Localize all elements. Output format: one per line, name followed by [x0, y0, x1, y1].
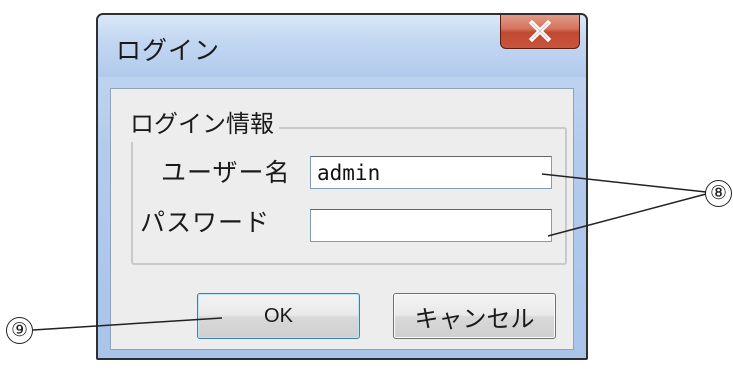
callout-leader-lines [32, 173, 707, 331]
leader-line-password [547, 193, 707, 237]
callout-marker-ok: ⑨ [6, 317, 33, 344]
callout-marker-fields: ⑧ [705, 180, 732, 207]
leader-line-ok [32, 317, 223, 331]
leader-line-username [541, 173, 707, 193]
